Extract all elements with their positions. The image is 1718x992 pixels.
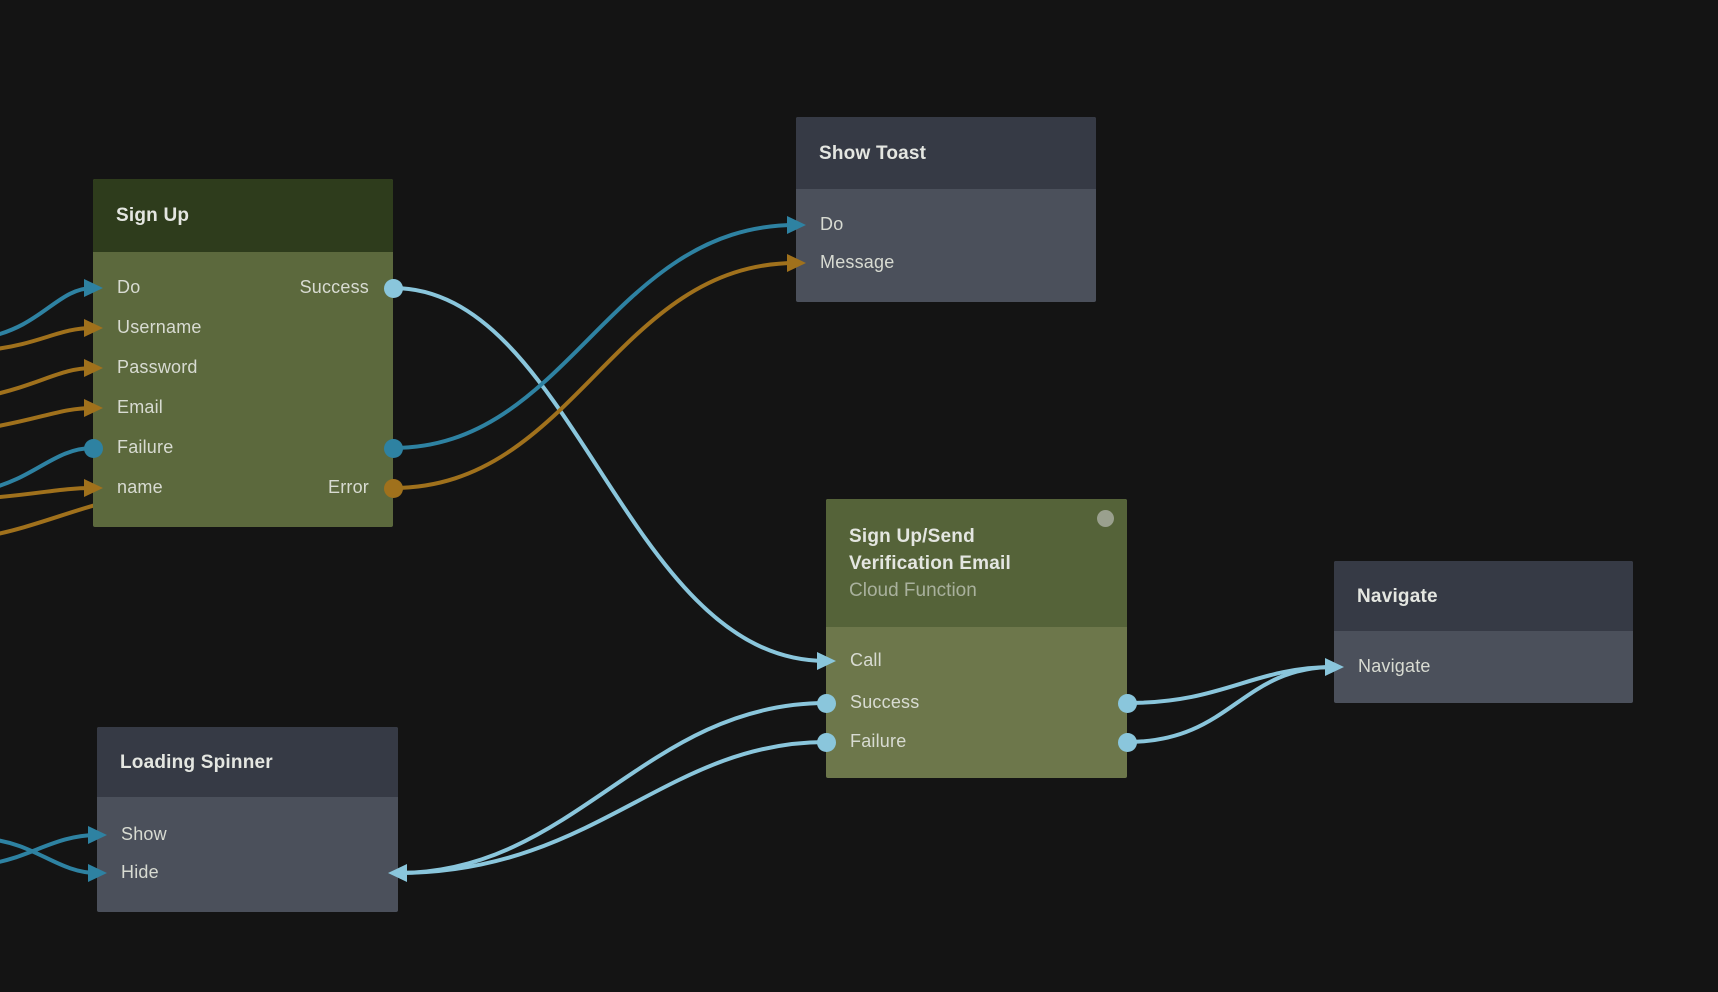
port-message-connector[interactable]: [787, 254, 806, 272]
node-subtitle: Cloud Function: [849, 577, 1104, 604]
port-call-connector[interactable]: [817, 652, 836, 670]
port-navigate-connector[interactable]: [1325, 658, 1344, 676]
port-label: Success: [300, 277, 369, 298]
node-header[interactable]: Sign Up/Send Verification EmailCloud Fun…: [826, 499, 1127, 627]
wire-cf-success-to-hide[interactable]: [398, 703, 826, 873]
port-label: Message: [820, 252, 894, 273]
port-show-connector[interactable]: [88, 826, 107, 844]
wire-offscreen-to-name[interactable]: [0, 488, 93, 498]
node-canvas[interactable]: Sign Up Do Username Password Email Failure nam…: [0, 0, 1718, 992]
port-label: Username: [117, 317, 202, 338]
node-title: Sign Up/Send Verification Email: [849, 523, 1063, 577]
wire-offscreen-to-username[interactable]: [0, 328, 93, 350]
port-name-connector[interactable]: [84, 479, 103, 497]
wire-failure-to-toast-do[interactable]: [393, 225, 796, 448]
node-title: Loading Spinner: [120, 749, 334, 776]
node-header[interactable]: Navigate: [1334, 561, 1633, 631]
port-label: Do: [820, 214, 843, 235]
node-header[interactable]: Loading Spinner: [97, 727, 398, 797]
status-dot-icon: [1097, 510, 1114, 527]
node-title: Sign Up: [116, 202, 330, 229]
node-loading-spinner[interactable]: Loading Spinner Show Hide: [97, 727, 398, 912]
port-label: Show: [121, 824, 167, 845]
port-password-connector[interactable]: [84, 359, 103, 377]
port-do-connector[interactable]: [84, 279, 103, 297]
port-label: name: [117, 477, 163, 498]
wire-cf-failure-to-hide[interactable]: [398, 742, 826, 873]
port-hide-connector[interactable]: [88, 864, 107, 882]
wire-success-to-call[interactable]: [393, 288, 826, 661]
node-sign-up[interactable]: Sign Up Do Username Password Email Failure nam…: [93, 179, 393, 527]
node-show-toast[interactable]: Show Toast Do Message: [796, 117, 1096, 302]
port-label: Navigate: [1358, 656, 1431, 677]
port-label: Do: [117, 277, 140, 298]
port-failure-connector[interactable]: [84, 439, 103, 458]
node-header[interactable]: Sign Up: [93, 179, 393, 252]
node-header[interactable]: Show Toast: [796, 117, 1096, 189]
port-label: Call: [850, 650, 882, 671]
port-label: Failure: [117, 437, 173, 458]
port-label: Failure: [850, 731, 906, 752]
port-right-connector[interactable]: [384, 439, 403, 458]
port-label: Hide: [121, 862, 159, 883]
port-do-connector[interactable]: [787, 216, 806, 234]
port-label: Password: [117, 357, 198, 378]
node-navigate[interactable]: Navigate Navigate: [1334, 561, 1633, 703]
node-title: Navigate: [1357, 583, 1571, 610]
node-title: Show Toast: [819, 140, 1033, 167]
port-right-connector[interactable]: [388, 864, 407, 882]
node-sign-up-send-verification-email[interactable]: Sign Up/Send Verification EmailCloud Fun…: [826, 499, 1127, 778]
port-success-connector[interactable]: [817, 694, 836, 713]
wire-error-to-toast-message[interactable]: [393, 263, 796, 488]
wire-cf-failure-to-navigate[interactable]: [1127, 667, 1334, 742]
port-error-connector[interactable]: [384, 479, 403, 498]
port-success-connector[interactable]: [384, 279, 403, 298]
port-email-connector[interactable]: [84, 399, 103, 417]
wire-offscreen-to-email[interactable]: [0, 408, 93, 428]
port-username-connector[interactable]: [84, 319, 103, 337]
wire-cf-success-to-navigate[interactable]: [1127, 667, 1334, 703]
port-right-connector[interactable]: [1118, 694, 1137, 713]
port-label: Error: [328, 477, 369, 498]
port-failure-connector[interactable]: [817, 733, 836, 752]
port-label: Email: [117, 397, 163, 418]
port-label: Success: [850, 692, 919, 713]
wire-offscreen-to-failure[interactable]: [0, 448, 93, 489]
port-right-connector[interactable]: [1118, 733, 1137, 752]
wire-offscreen-to-password[interactable]: [0, 368, 93, 396]
